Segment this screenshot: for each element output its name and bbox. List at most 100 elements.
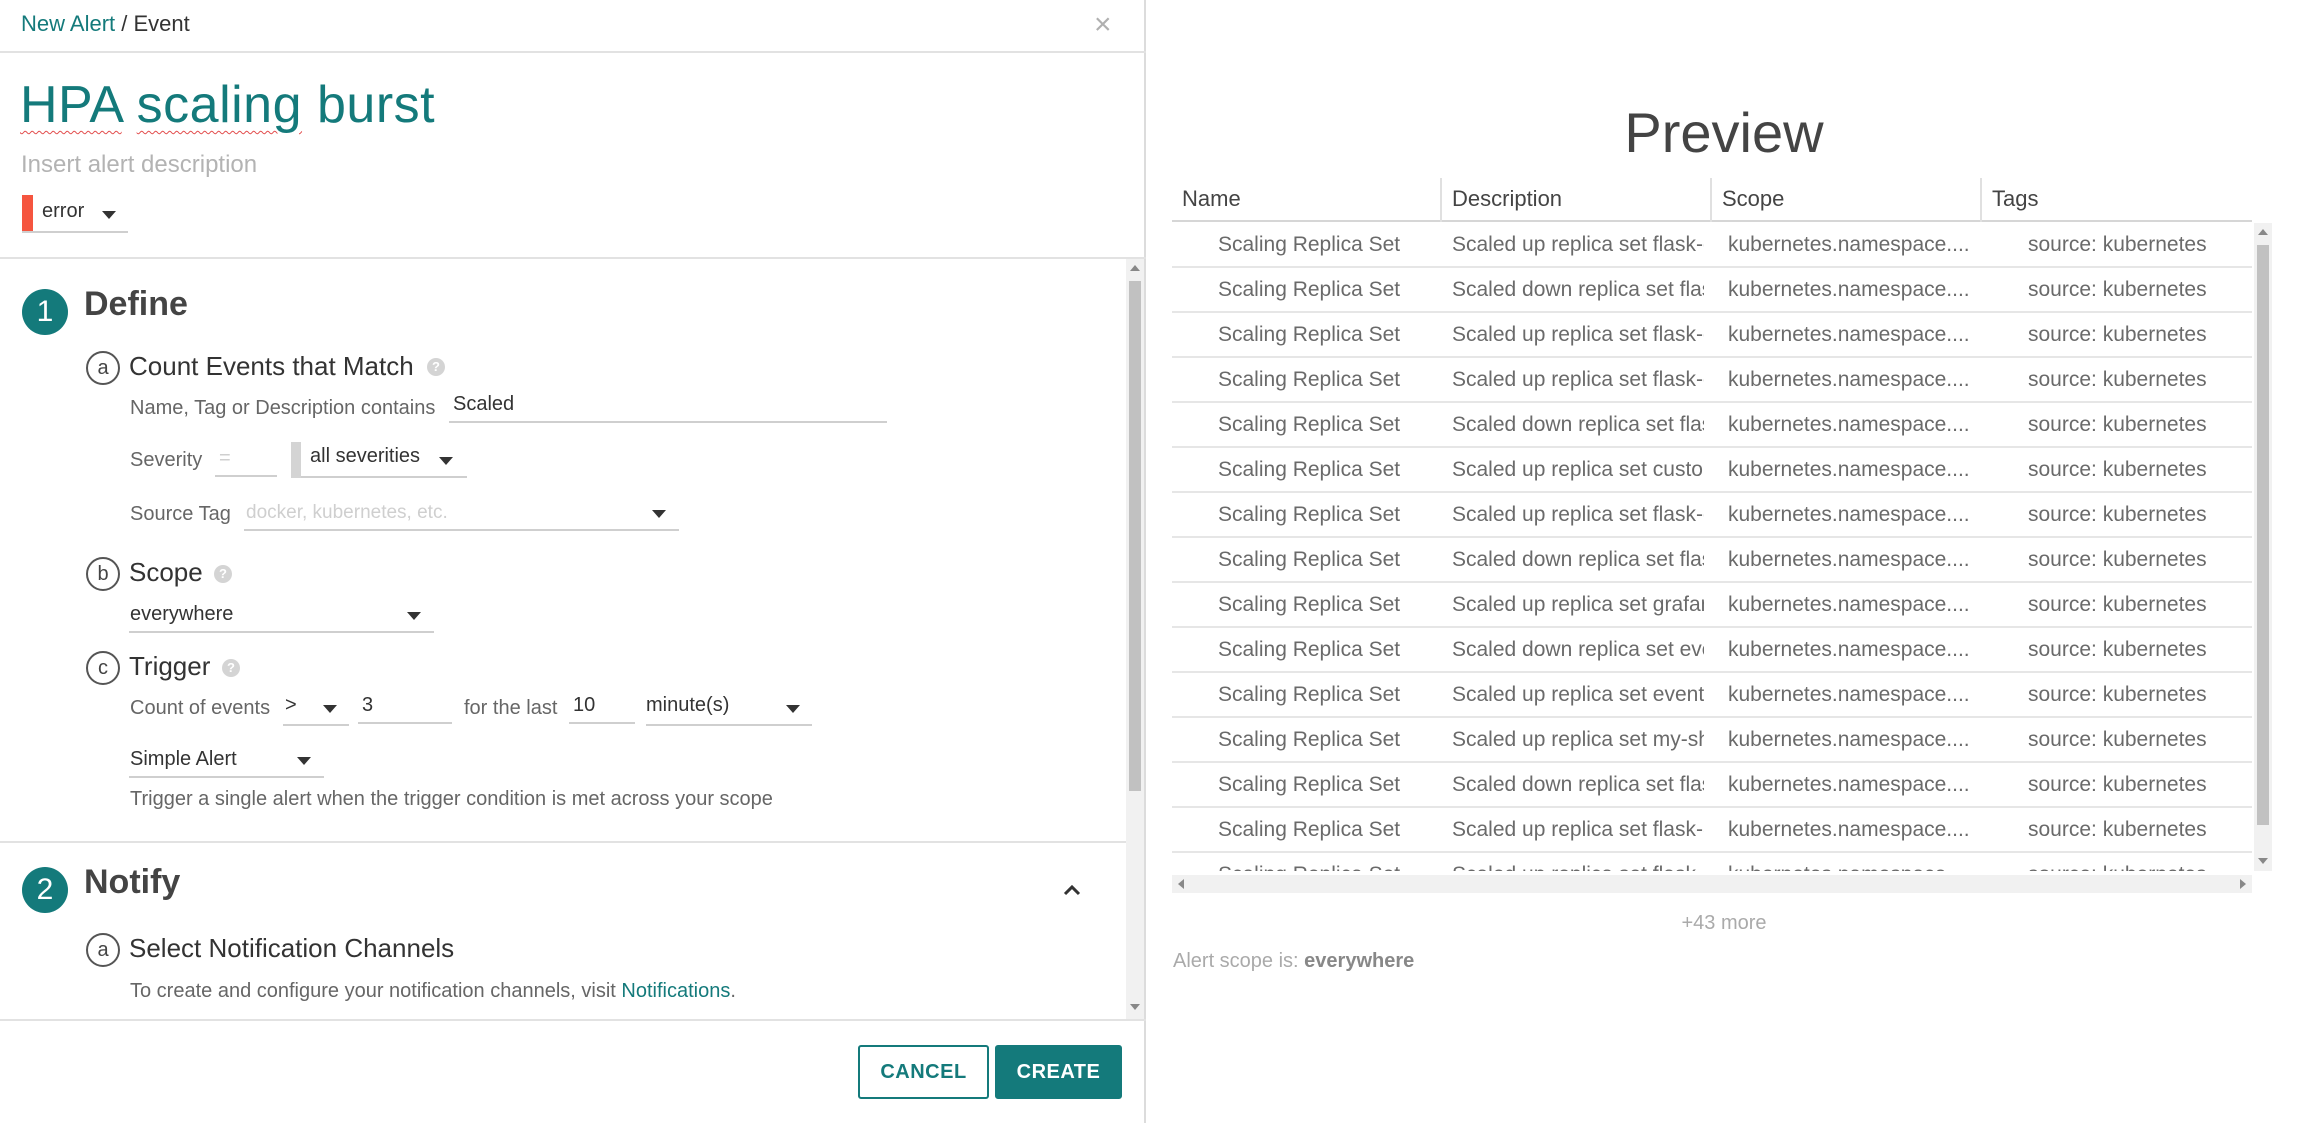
substep-letter-badge: a (86, 933, 120, 967)
table-row[interactable]: Scaling Replica Set Scaled down replica s… (1172, 628, 2252, 673)
scroll-left-icon[interactable] (1178, 879, 1184, 889)
severity-color-swatch (22, 195, 33, 231)
source-tag-label: Source Tag (130, 503, 231, 525)
column-header-description[interactable]: Description (1452, 186, 1562, 212)
create-button[interactable]: CREATE (995, 1045, 1122, 1099)
trigger-unit-value: minute(s) (646, 694, 730, 716)
table-body[interactable]: Scaling Replica Set Scaled up replica set… (1172, 223, 2252, 871)
scroll-up-icon[interactable] (1130, 265, 1140, 271)
cell-name: Scaling Replica Set (1218, 638, 1401, 661)
cell-scope: kubernetes.namespace.... (1728, 368, 1970, 391)
substep-letter-badge: b (86, 557, 120, 591)
cell-tags: source: kubernetes (2028, 638, 2207, 661)
severity-color-swatch (291, 442, 301, 478)
form-scrollbar-thumb[interactable] (1129, 281, 1141, 791)
column-resize-handle[interactable] (1710, 178, 1712, 222)
alert-type-value: Simple Alert (130, 748, 237, 770)
trigger-duration-input[interactable]: 10 (569, 690, 635, 724)
help-icon[interactable]: ? (427, 358, 445, 376)
trigger-operator-dropdown[interactable]: > (283, 690, 349, 726)
step-number-badge: 1 (22, 289, 68, 335)
cell-tags: source: kubernetes (2028, 548, 2207, 571)
source-tag-placeholder: docker, kubernetes, etc. (246, 502, 448, 523)
table-row[interactable]: Scaling Replica Set Scaled up replica set… (1172, 808, 2252, 853)
alert-title-input[interactable]: HPA scaling burst (20, 75, 435, 135)
scroll-down-icon[interactable] (2258, 858, 2268, 864)
match-label: Name, Tag or Description contains (130, 397, 436, 419)
table-row[interactable]: Scaling Replica Set Scaled up replica set… (1172, 448, 2252, 493)
column-header-tags[interactable]: Tags (1992, 186, 2038, 212)
table-row[interactable]: Scaling Replica Set Scaled down replica s… (1172, 538, 2252, 583)
cell-scope: kubernetes.namespace.... (1728, 683, 1970, 706)
form-scrollbar[interactable] (1126, 259, 1144, 1019)
severity-operator-input[interactable]: = (215, 443, 277, 477)
help-icon[interactable]: ? (222, 659, 240, 677)
scroll-down-icon[interactable] (1130, 1004, 1140, 1010)
severity-filter-dropdown[interactable]: all severities (291, 442, 467, 478)
column-header-name[interactable]: Name (1182, 186, 1241, 212)
cell-description: Scaled down replica set flasl (1452, 278, 1704, 301)
cell-name: Scaling Replica Set (1218, 233, 1401, 256)
cell-scope: kubernetes.namespace.... (1728, 458, 1970, 481)
table-row[interactable]: Scaling Replica Set Scaled up replica set… (1172, 583, 2252, 628)
alert-type-description: Trigger a single alert when the trigger … (130, 788, 773, 810)
help-icon[interactable]: ? (214, 565, 232, 583)
cell-name: Scaling Replica Set (1218, 728, 1401, 751)
cancel-button[interactable]: CANCEL (858, 1045, 989, 1099)
cell-tags: source: kubernetes (2028, 728, 2207, 751)
cell-description: Scaled up replica set my-she (1452, 728, 1704, 751)
chevron-down-icon (439, 457, 453, 465)
column-resize-handle[interactable] (1440, 178, 1442, 222)
table-row[interactable]: Scaling Replica Set Scaled up replica set… (1172, 718, 2252, 763)
notifications-link[interactable]: Notifications (621, 980, 730, 1002)
scroll-up-icon[interactable] (2258, 229, 2268, 235)
table-row[interactable]: Scaling Replica Set Scaled up replica set… (1172, 313, 2252, 358)
notification-channels-hint: To create and configure your notificatio… (130, 980, 736, 1003)
column-resize-handle[interactable] (1980, 178, 1982, 222)
cell-scope: kubernetes.namespace.... (1728, 728, 1970, 751)
cell-name: Scaling Replica Set (1218, 773, 1401, 796)
table-header: Name Description Scope Tags (1172, 178, 2252, 222)
alert-editor-panel: New Alert / Event × HPA scaling burst In… (0, 0, 1146, 1123)
severity-dropdown[interactable]: error (22, 195, 128, 233)
table-row[interactable]: Scaling Replica Set Scaled up replica set… (1172, 853, 2252, 871)
table-horizontal-scrollbar[interactable] (1172, 875, 2252, 893)
table-scrollbar-thumb[interactable] (2257, 245, 2269, 825)
column-header-scope[interactable]: Scope (1722, 186, 1784, 212)
table-vertical-scrollbar[interactable] (2254, 223, 2272, 871)
table-row[interactable]: Scaling Replica Set Scaled up replica set… (1172, 358, 2252, 403)
scroll-right-icon[interactable] (2240, 879, 2246, 889)
hint-text: To create and configure your notificatio… (130, 980, 622, 1002)
cell-description: Scaled down replica set flasl (1452, 773, 1704, 796)
chevron-down-icon (786, 705, 800, 713)
scope-dropdown[interactable]: everywhere (129, 597, 434, 633)
alert-description-input[interactable]: Insert alert description (21, 151, 257, 179)
match-text-input[interactable]: Scaled (449, 389, 887, 423)
title-word: burst (316, 76, 436, 134)
alert-form-scroll-area[interactable]: 1 Define a Count Events that Match ? Nam… (0, 259, 1146, 1019)
close-icon[interactable]: × (1094, 10, 1112, 40)
table-row[interactable]: Scaling Replica Set Scaled down replica s… (1172, 763, 2252, 808)
table-row[interactable]: Scaling Replica Set Scaled down replica s… (1172, 268, 2252, 313)
trigger-unit-dropdown[interactable]: minute(s) (646, 690, 812, 726)
chevron-down-icon (323, 705, 337, 713)
cell-scope: kubernetes.namespace.... (1728, 503, 1970, 526)
table-row[interactable]: Scaling Replica Set Scaled up replica set… (1172, 493, 2252, 538)
title-word: HPA (20, 76, 122, 134)
severity-label: Severity (130, 449, 203, 471)
table-row[interactable]: Scaling Replica Set Scaled up replica set… (1172, 223, 2252, 268)
trigger-threshold-input[interactable]: 3 (358, 690, 452, 724)
severity-filter-value: all severities (310, 445, 421, 467)
preview-title: Preview (1624, 101, 1824, 164)
cell-scope: kubernetes.namespace.... (1728, 593, 1970, 616)
header-divider (0, 51, 1146, 53)
table-row[interactable]: Scaling Replica Set Scaled down replica s… (1172, 403, 2252, 448)
cell-description: Scaled down replica set flasl (1452, 413, 1704, 436)
breadcrumb-new-alert-link[interactable]: New Alert (21, 11, 115, 36)
chevron-up-icon[interactable] (1063, 884, 1081, 896)
cell-scope: kubernetes.namespace.... (1728, 773, 1970, 796)
scope-title: Scope (129, 557, 203, 587)
source-tag-dropdown[interactable]: docker, kubernetes, etc. (244, 497, 679, 531)
alert-type-dropdown[interactable]: Simple Alert (129, 742, 324, 778)
table-row[interactable]: Scaling Replica Set Scaled up replica set… (1172, 673, 2252, 718)
